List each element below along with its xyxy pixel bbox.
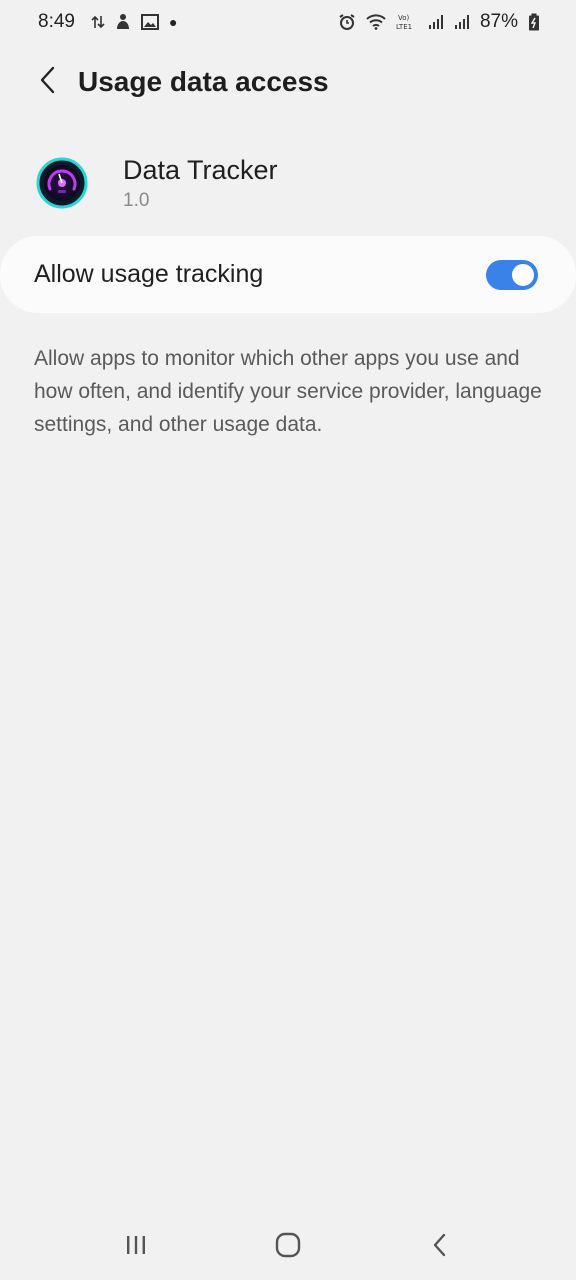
allow-usage-tracking-row[interactable]: Allow usage tracking [0,236,576,313]
wifi-icon [366,14,386,30]
signal-icon [428,14,444,30]
app-version: 1.0 [123,190,150,211]
recent-apps-button[interactable] [106,1222,166,1272]
status-time: 8:49 [38,11,75,32]
usage-tracking-switch[interactable] [486,259,538,290]
app-header: Usage data access [0,50,576,114]
battery-level: 87% [479,11,518,32]
battery-icon [528,13,540,31]
screen: 8:49 ● Vo) LTE1 87% Usage data access Da… [0,0,576,1280]
back-icon [431,1232,449,1263]
chevron-left-icon [38,65,58,100]
home-button[interactable] [258,1222,318,1272]
navigation-bar [0,1214,576,1280]
signal-icon [454,14,470,30]
data-arrows-icon [91,14,105,30]
switch-knob [510,261,536,288]
status-bar-right: Vo) LTE1 87% [338,11,540,33]
gallery-icon [140,14,159,30]
status-bar: 8:49 ● Vo) LTE1 87% [0,0,576,44]
home-icon [275,1232,301,1263]
nav-back-button[interactable] [410,1222,470,1272]
toggle-label: Allow usage tracking [34,260,264,288]
recent-apps-icon [124,1234,148,1261]
svg-text:LTE1: LTE1 [396,23,412,31]
svg-text:Vo): Vo) [398,14,410,22]
app-name: Data Tracker [123,155,278,185]
speedometer-app-icon [36,157,88,209]
page-title: Usage data access [78,66,329,97]
back-button[interactable] [28,62,68,102]
description-text: Allow apps to monitor which other apps y… [34,347,542,436]
status-bar-left: 8:49 ● [38,11,177,33]
notification-icon [115,13,131,31]
dot-icon: ● [168,14,178,30]
app-text: Data Tracker 1.0 [123,154,278,212]
app-info: Data Tracker 1.0 [0,148,576,218]
volte-icon: Vo) LTE1 [396,13,418,31]
alarm-icon [338,13,356,31]
